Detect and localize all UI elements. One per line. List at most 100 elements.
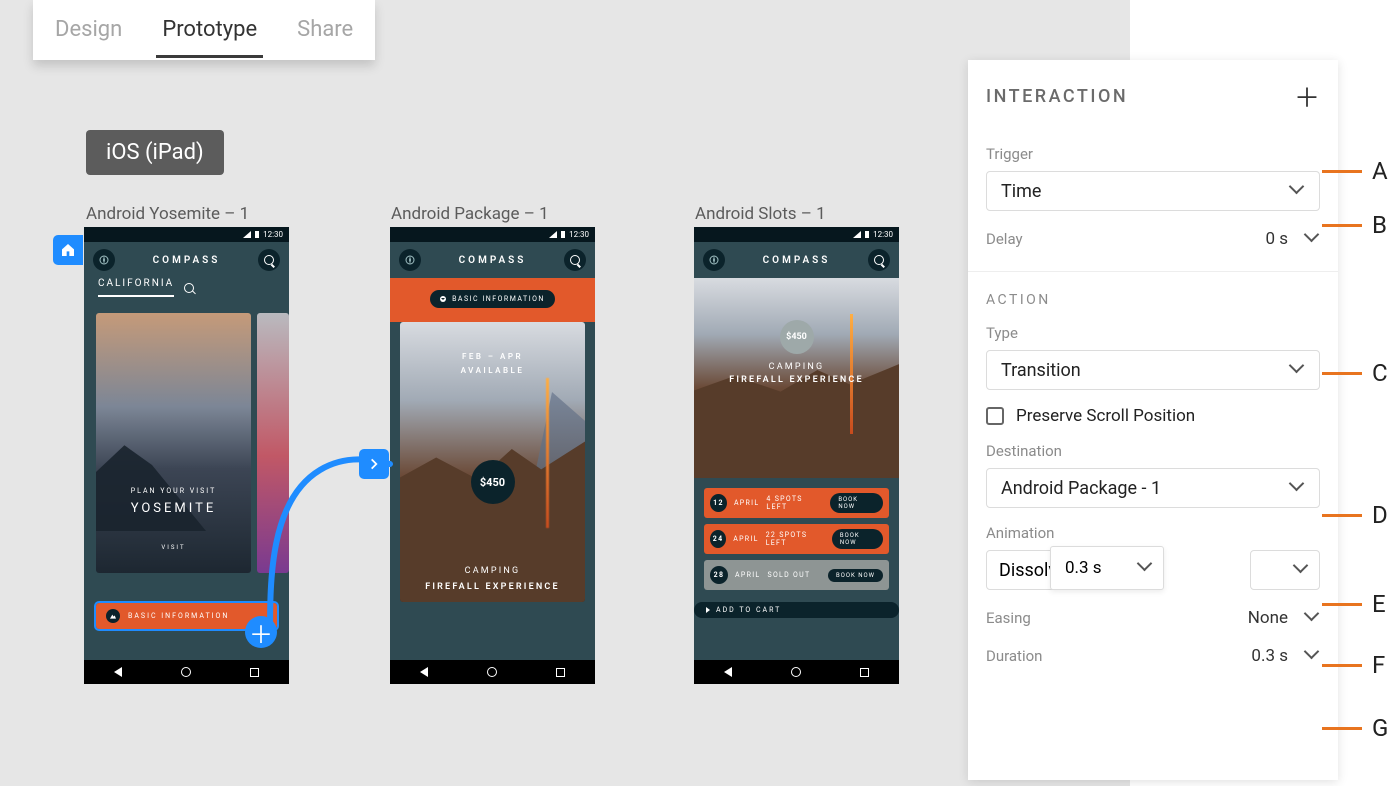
callout-letter-f: F: [1372, 651, 1385, 679]
back-icon: [420, 667, 428, 677]
book-now-button: BOOK NOW: [828, 569, 883, 582]
destination-select[interactable]: Android Package - 1: [986, 468, 1320, 508]
trigger-label: Trigger: [986, 145, 1320, 163]
tab-california: CALIFORNIA: [98, 278, 174, 297]
android-status-bar: 12:30: [390, 227, 595, 242]
search-icon: [258, 249, 280, 271]
android-status-bar: 12:30: [694, 227, 899, 242]
preserve-scroll-checkbox[interactable]: Preserve Scroll Position: [986, 406, 1320, 426]
animation-select[interactable]: Dissolve: [986, 550, 1058, 590]
callout-line: [1322, 170, 1362, 173]
home-icon: [791, 667, 801, 677]
package-card: FEB – APRAVAILABLE $450 CAMPING FIREFALL…: [400, 322, 585, 602]
animation-duration-popup[interactable]: 0.3 s: [1050, 546, 1164, 590]
checkbox-icon: [986, 407, 1004, 425]
destination-card: PLAN YOUR VISIT YOSEMITE VISIT: [96, 313, 251, 573]
callout-line: [1322, 603, 1362, 606]
chevron-down-icon: [1306, 649, 1320, 663]
android-nav-bar: [390, 660, 595, 684]
recents-icon: [250, 668, 259, 677]
artboard-package[interactable]: 12:30 COMPASS BASIC INFORMATION FEB – AP…: [390, 227, 595, 684]
canvas[interactable]: Design Prototype Share iOS (iPad) Androi…: [0, 0, 1130, 786]
package-hero: $450 CAMPING FIREFALL EXPERIENCE: [694, 278, 899, 478]
slot-row: 24 APRIL 22 SPOTS LEFT BOOK NOW: [704, 524, 889, 554]
trigger-select[interactable]: Time: [986, 171, 1320, 211]
next-card-peek: [257, 313, 289, 573]
tab-prototype[interactable]: Prototype: [142, 3, 277, 58]
destination-label: Destination: [986, 442, 1320, 460]
home-artboard-flag[interactable]: [53, 235, 83, 265]
menu-icon: [703, 249, 725, 271]
back-icon: [724, 667, 732, 677]
callout-line: [1322, 372, 1362, 375]
callout-line: [1322, 664, 1362, 667]
artboard-label[interactable]: Android Slots – 1: [695, 204, 826, 224]
artboard-slots[interactable]: 12:30 COMPASS $450 CAMPING FIREFALL EXPE…: [694, 227, 899, 684]
book-now-button: BOOK NOW: [830, 493, 883, 513]
artboard-label[interactable]: Android Package – 1: [391, 204, 549, 224]
android-status-bar: 12:30: [84, 227, 289, 242]
app-header: COMPASS: [84, 242, 289, 278]
action-section-label: ACTION: [986, 292, 1320, 308]
interaction-panel: INTERACTION ＋ Trigger Time Delay 0 s ACT…: [968, 60, 1338, 780]
callout-letter-g: G: [1372, 714, 1388, 742]
callout-letter-e: E: [1372, 590, 1386, 618]
chevron-down-icon: [440, 296, 446, 302]
menu-icon: [93, 249, 115, 271]
delay-field[interactable]: 0 s: [1265, 229, 1320, 249]
menu-icon: [399, 249, 421, 271]
home-icon: [181, 667, 191, 677]
back-icon: [114, 667, 122, 677]
easing-label: Easing: [986, 609, 1031, 627]
add-to-cart-button: ADD TO CART: [694, 602, 899, 618]
callout-letter-a: A: [1372, 157, 1388, 185]
duration-field[interactable]: 0.3 s: [1251, 646, 1320, 666]
home-icon: [487, 667, 497, 677]
chevron-down-icon: [1291, 481, 1305, 495]
callout-line: [1322, 514, 1362, 517]
search-icon: [564, 249, 586, 271]
android-nav-bar: [694, 660, 899, 684]
recents-icon: [556, 668, 565, 677]
mountain-icon: [106, 609, 120, 623]
mode-tabs: Design Prototype Share: [33, 0, 375, 60]
slots-list: 12 APRIL 4 SPOTS LEFT BOOK NOW 24 APRIL …: [694, 478, 899, 590]
device-badge[interactable]: iOS (iPad): [86, 130, 224, 175]
tab-share[interactable]: Share: [277, 3, 373, 58]
callout-letter-c: C: [1372, 359, 1388, 387]
add-interaction-button[interactable]: ＋: [1294, 78, 1320, 115]
easing-select[interactable]: None: [1248, 608, 1320, 628]
chevron-down-icon: [1306, 232, 1320, 246]
app-brand: COMPASS: [459, 255, 527, 266]
wire-destination-marker[interactable]: [359, 449, 389, 479]
chevron-down-icon: [1291, 184, 1305, 198]
slot-row: 28 APRIL SOLD OUT BOOK NOW: [704, 560, 889, 590]
type-select[interactable]: Transition: [986, 350, 1320, 390]
chevron-down-icon: [1139, 561, 1153, 575]
artboard-label[interactable]: Android Yosemite – 1: [86, 204, 249, 224]
chevron-down-icon: [1291, 363, 1305, 377]
tab-design[interactable]: Design: [35, 3, 142, 58]
app-brand: COMPASS: [763, 255, 831, 266]
animation-label: Animation: [986, 524, 1320, 542]
app-header: COMPASS: [694, 242, 899, 278]
recents-icon: [860, 668, 869, 677]
book-now-button: BOOK NOW: [832, 529, 883, 549]
chevron-down-icon: [1295, 563, 1309, 577]
chevron-down-icon: [1306, 611, 1320, 625]
search-icon: [184, 283, 194, 293]
app-header: COMPASS: [390, 242, 595, 278]
search-icon: [868, 249, 890, 271]
callout-letter-b: B: [1372, 211, 1387, 239]
basic-information-chip: BASIC INFORMATION: [430, 290, 555, 308]
callout-letter-d: D: [1372, 501, 1388, 529]
panel-title: INTERACTION: [986, 86, 1128, 107]
slot-row: 12 APRIL 4 SPOTS LEFT BOOK NOW: [704, 488, 889, 518]
add-interaction-handle[interactable]: ＋: [245, 616, 277, 648]
delay-label: Delay: [986, 230, 1023, 248]
animation-extra-select[interactable]: [1250, 550, 1320, 590]
location-tabs: CALIFORNIA: [84, 278, 289, 297]
type-label: Type: [986, 324, 1320, 342]
callout-line: [1322, 727, 1362, 730]
app-brand: COMPASS: [153, 255, 221, 266]
